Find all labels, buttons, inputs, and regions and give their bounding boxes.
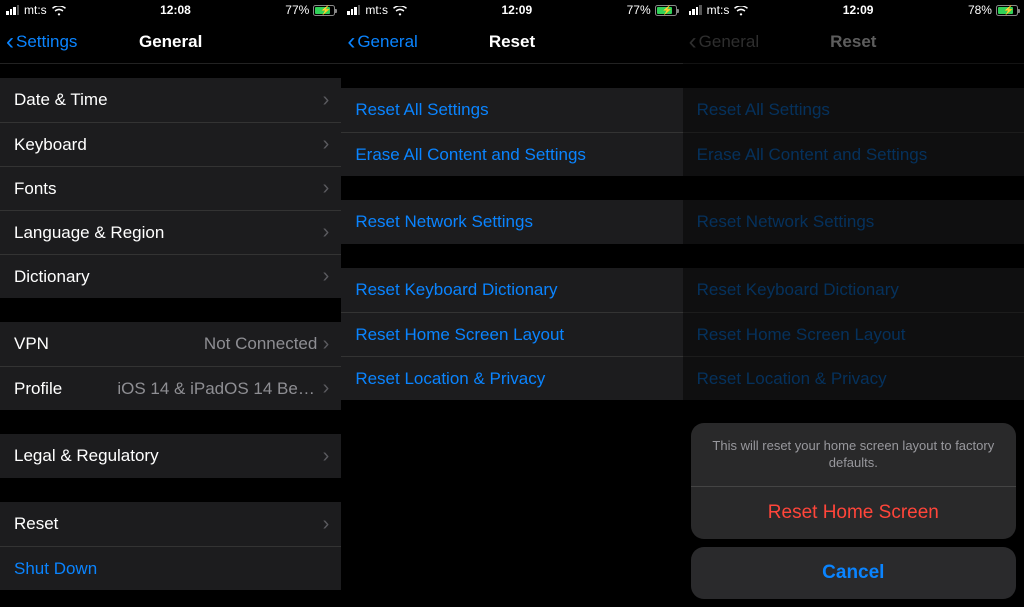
- chevron-right-icon: ›: [323, 133, 330, 156]
- cell-erase-all-content: Erase All Content and Settings: [683, 132, 1024, 176]
- back-label: Settings: [16, 32, 77, 52]
- chevron-right-icon: ›: [323, 333, 330, 356]
- cell-label: Reset Network Settings: [697, 212, 875, 232]
- chevron-right-icon: ›: [323, 177, 330, 200]
- cell-dictionary[interactable]: Dictionary ›: [0, 254, 341, 298]
- action-sheet-message: This will reset your home screen layout …: [691, 423, 1016, 486]
- chevron-right-icon: ›: [323, 377, 330, 400]
- carrier-label: mt:s: [707, 3, 730, 17]
- chevron-right-icon: ›: [323, 89, 330, 112]
- cell-label: Date & Time: [14, 90, 108, 110]
- cell-label: Reset Home Screen Layout: [355, 325, 564, 345]
- cell-reset[interactable]: Reset ›: [0, 502, 341, 546]
- cell-detail: iOS 14 & iPadOS 14 Beta Softwar…: [117, 379, 317, 399]
- chevron-right-icon: ›: [323, 265, 330, 288]
- cell-language-region[interactable]: Language & Region ›: [0, 210, 341, 254]
- wifi-icon: [52, 5, 66, 15]
- screen-reset-action-sheet: mt:s 12:09 78% ⚡ ‹ General Reset Reset A…: [683, 0, 1024, 607]
- back-button[interactable]: ‹ General: [341, 30, 417, 54]
- cell-label: Reset All Settings: [697, 100, 830, 120]
- cell-label: Erase All Content and Settings: [697, 145, 928, 165]
- battery-pct: 78%: [968, 3, 992, 17]
- cell-reset-home-screen-layout[interactable]: Reset Home Screen Layout: [341, 312, 682, 356]
- screen-general: mt:s 12:08 77% ⚡ ‹ Settings General Date…: [0, 0, 341, 607]
- cell-erase-all-content[interactable]: Erase All Content and Settings: [341, 132, 682, 176]
- nav-bar: ‹ General Reset: [683, 20, 1024, 64]
- cell-label: Reset Keyboard Dictionary: [355, 280, 557, 300]
- back-label: General: [699, 32, 759, 52]
- carrier-label: mt:s: [24, 3, 47, 17]
- nav-bar: ‹ General Reset: [341, 20, 682, 64]
- carrier-label: mt:s: [365, 3, 388, 17]
- cell-label: Erase All Content and Settings: [355, 145, 586, 165]
- cell-label: Reset Keyboard Dictionary: [697, 280, 899, 300]
- cell-shut-down[interactable]: Shut Down: [0, 546, 341, 590]
- nav-bar: ‹ Settings General: [0, 20, 341, 64]
- cell-date-time[interactable]: Date & Time ›: [0, 78, 341, 122]
- status-bar: mt:s 12:08 77% ⚡: [0, 0, 341, 20]
- chevron-left-icon: ‹: [347, 30, 355, 54]
- status-time: 12:09: [843, 3, 874, 17]
- back-button[interactable]: ‹ Settings: [0, 30, 77, 54]
- chevron-right-icon: ›: [323, 221, 330, 244]
- cell-detail: Not Connected: [204, 334, 317, 354]
- cell-label: Language & Region: [14, 223, 164, 243]
- chevron-left-icon: ‹: [6, 30, 14, 54]
- screen-reset: mt:s 12:09 77% ⚡ ‹ General Reset Reset A…: [341, 0, 682, 607]
- cell-label: Reset: [14, 514, 58, 534]
- cell-label: Keyboard: [14, 135, 87, 155]
- back-button: ‹ General: [683, 30, 759, 54]
- cell-reset-keyboard-dictionary: Reset Keyboard Dictionary: [683, 268, 1024, 312]
- status-time: 12:08: [160, 3, 191, 17]
- battery-icon: ⚡: [655, 5, 677, 16]
- action-sheet: This will reset your home screen layout …: [691, 423, 1016, 599]
- cell-label: Reset All Settings: [355, 100, 488, 120]
- cell-label: Legal & Regulatory: [14, 446, 159, 466]
- cell-keyboard[interactable]: Keyboard ›: [0, 122, 341, 166]
- cell-reset-network-settings: Reset Network Settings: [683, 200, 1024, 244]
- action-sheet-reset-button[interactable]: Reset Home Screen: [691, 486, 1016, 539]
- back-label: General: [357, 32, 417, 52]
- signal-bars-icon: [689, 5, 702, 15]
- cell-reset-all-settings: Reset All Settings: [683, 88, 1024, 132]
- cell-reset-keyboard-dictionary[interactable]: Reset Keyboard Dictionary: [341, 268, 682, 312]
- cell-label: Reset Location & Privacy: [355, 369, 545, 389]
- cell-label: Reset Location & Privacy: [697, 369, 887, 389]
- battery-icon: ⚡: [996, 5, 1018, 16]
- battery-pct: 77%: [627, 3, 651, 17]
- chevron-left-icon: ‹: [689, 30, 697, 54]
- cell-reset-all-settings[interactable]: Reset All Settings: [341, 88, 682, 132]
- cell-reset-home-screen-layout: Reset Home Screen Layout: [683, 312, 1024, 356]
- cell-label: Fonts: [14, 179, 57, 199]
- cell-reset-location-privacy[interactable]: Reset Location & Privacy: [341, 356, 682, 400]
- chevron-right-icon: ›: [323, 445, 330, 468]
- cell-reset-network-settings[interactable]: Reset Network Settings: [341, 200, 682, 244]
- signal-bars-icon: [6, 5, 19, 15]
- battery-icon: ⚡: [313, 5, 335, 16]
- status-bar: mt:s 12:09 77% ⚡: [341, 0, 682, 20]
- cell-fonts[interactable]: Fonts ›: [0, 166, 341, 210]
- signal-bars-icon: [347, 5, 360, 15]
- cell-vpn[interactable]: VPN Not Connected ›: [0, 322, 341, 366]
- cell-label: Shut Down: [14, 559, 97, 579]
- cell-label: VPN: [14, 334, 49, 354]
- status-time: 12:09: [501, 3, 532, 17]
- cell-profile[interactable]: Profile iOS 14 & iPadOS 14 Beta Softwar… ›: [0, 366, 341, 410]
- wifi-icon: [393, 5, 407, 15]
- cell-label: Dictionary: [14, 267, 90, 287]
- cell-label: Reset Network Settings: [355, 212, 533, 232]
- action-sheet-cancel-button[interactable]: Cancel: [691, 547, 1016, 599]
- battery-pct: 77%: [285, 3, 309, 17]
- wifi-icon: [734, 5, 748, 15]
- status-bar: mt:s 12:09 78% ⚡: [683, 0, 1024, 20]
- cell-label: Profile: [14, 379, 62, 399]
- cell-legal-regulatory[interactable]: Legal & Regulatory ›: [0, 434, 341, 478]
- chevron-right-icon: ›: [323, 513, 330, 536]
- cell-reset-location-privacy: Reset Location & Privacy: [683, 356, 1024, 400]
- cell-label: Reset Home Screen Layout: [697, 325, 906, 345]
